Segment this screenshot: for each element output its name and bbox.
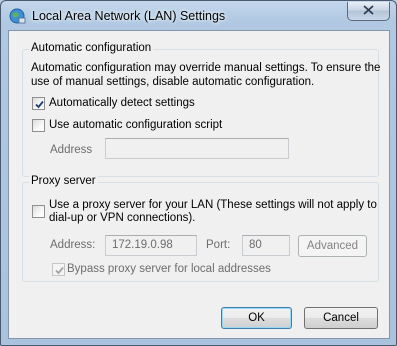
use-proxy-checkbox[interactable] [32,205,45,218]
close-icon [363,4,374,18]
proxy-address-label: Address: [50,239,96,251]
auto-config-script-checkbox[interactable] [32,119,45,132]
auto-config-description-line1: Automatic configuration may override man… [31,62,381,74]
script-address-label: Address [50,144,93,156]
auto-detect-label[interactable]: Automatically detect settings [49,97,195,109]
use-proxy-label-line1[interactable]: Use a proxy server for your LAN (These s… [49,199,377,211]
bypass-local-label[interactable]: Bypass proxy server for local addresses [67,263,271,275]
window-title: Local Area Network (LAN) Settings [32,9,226,23]
title-bar[interactable]: Local Area Network (LAN) Settings [1,1,396,31]
lan-settings-dialog: Local Area Network (LAN) Settings Automa… [0,0,397,346]
cancel-button[interactable]: Cancel [304,307,378,329]
checkmark-icon [35,100,44,109]
auto-detect-checkbox[interactable] [32,97,45,110]
script-address-input[interactable] [105,138,289,159]
network-globe-icon [9,8,26,25]
use-proxy-label-line2[interactable]: dial-up or VPN connections). [49,212,195,224]
auto-config-legend: Automatic configuration [29,42,154,54]
auto-config-script-label[interactable]: Use automatic configuration script [49,119,222,131]
proxy-port-label: Port: [206,239,231,251]
proxy-address-input[interactable]: 172.19.0.98 [105,235,197,256]
checkmark-icon [55,266,64,275]
auto-config-description-line2: use of manual settings, disable automati… [31,76,315,88]
bypass-local-checkbox[interactable] [52,263,65,276]
proxy-port-input[interactable]: 80 [242,235,290,256]
advanced-button[interactable]: Advanced [298,235,367,257]
close-button[interactable] [347,2,390,21]
proxy-server-legend: Proxy server [29,175,98,187]
ok-button[interactable]: OK [221,307,292,329]
dialog-client-area: Automatic configuration Automatic config… [8,30,390,339]
